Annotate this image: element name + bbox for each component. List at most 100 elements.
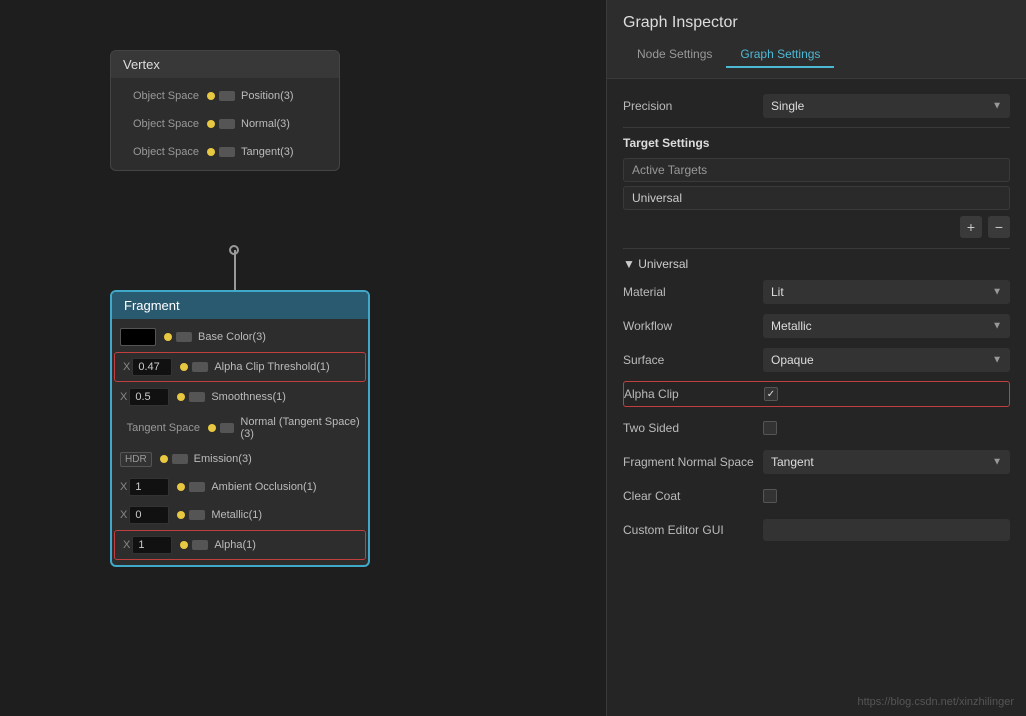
vertex-port-position-connector [219,91,235,101]
two-sided-row: Two Sided [623,415,1010,441]
basecolor-swatch[interactable] [120,328,156,346]
surface-dropdown-wrapper: Opaque Transparent ▼ [763,348,1010,372]
fragment-port-alphaclip-dot [180,363,188,371]
alpha-input[interactable] [132,536,172,554]
fragment-normal-dropdown[interactable]: Tangent World Object [763,450,1010,474]
vertex-port-normal-connector [219,119,235,129]
fragment-port-metallic-dot [177,511,185,519]
ao-input[interactable] [129,478,169,496]
connector-line [234,250,236,292]
fragment-port-ao-name: Ambient Occlusion(1) [211,481,316,493]
alpha-clip-row: Alpha Clip [623,381,1010,407]
vertex-node: Vertex Object Space Position(3) Object S… [110,50,340,171]
fragment-port-metallic: X Metallic(1) [112,501,368,529]
surface-label: Surface [623,353,763,367]
alpha-clip-checkbox[interactable] [764,387,778,401]
vertex-port-tangent-dot [207,148,215,156]
vertex-port-tangent-name: Tangent(3) [241,146,294,158]
custom-editor-row: Custom Editor GUI [623,517,1010,543]
vertex-node-header: Vertex [111,51,339,78]
fragment-port-smoothness-dot [177,393,185,401]
hdr-badge: HDR [120,452,152,467]
workflow-label: Workflow [623,319,763,333]
vertex-port-normal-name: Normal(3) [241,118,290,130]
fragment-port-ao: X Ambient Occlusion(1) [112,473,368,501]
metallic-input[interactable] [129,506,169,524]
material-row: Material Lit Unlit ▼ [623,279,1010,305]
universal-section-header: ▼ Universal [623,257,1010,271]
fragment-normal-dropdown-wrapper: Tangent World Object ▼ [763,450,1010,474]
universal-box: Universal [623,186,1010,210]
custom-editor-input[interactable] [763,519,1010,541]
vertex-port-normal-label: Object Space [119,118,199,130]
material-label: Material [623,285,763,299]
fragment-node-body: Base Color(3) X Alpha Clip Threshold(1) … [112,319,368,565]
vertex-port-tangent-label: Object Space [119,146,199,158]
vertex-port-tangent-connector [219,147,235,157]
workflow-dropdown-wrapper: Metallic Specular ▼ [763,314,1010,338]
fragment-port-alphaclip-connector [192,362,208,372]
fragment-port-alphaclip-name: Alpha Clip Threshold(1) [214,361,329,373]
fragment-port-alpha-dot [180,541,188,549]
clear-coat-checkbox[interactable] [763,489,777,503]
fragment-port-basecolor: Base Color(3) [112,323,368,351]
fragment-port-smoothness-connector [189,392,205,402]
fragment-normal-row: Fragment Normal Space Tangent World Obje… [623,449,1010,475]
add-target-button[interactable]: + [960,216,982,238]
target-settings-label: Target Settings [623,136,1010,150]
vertex-port-position-name: Position(3) [241,90,294,102]
fragment-normal-label: Fragment Normal Space [623,455,763,469]
vertex-node-body: Object Space Position(3) Object Space No… [111,78,339,170]
main-container: Vertex Object Space Position(3) Object S… [0,0,1026,716]
vertex-port-position: Object Space Position(3) [111,82,339,110]
smoothness-input[interactable] [129,388,169,406]
fragment-port-normal-connector [220,423,234,433]
tab-node-settings[interactable]: Node Settings [623,42,726,68]
watermark: https://blog.csdn.net/xinzhilinger [857,696,1014,708]
fragment-port-normal-dot [208,424,216,432]
universal-section-title: ▼ Universal [623,257,688,271]
workflow-dropdown[interactable]: Metallic Specular [763,314,1010,338]
workflow-row: Workflow Metallic Specular ▼ [623,313,1010,339]
precision-dropdown-wrapper: Single Half ▼ [763,94,1010,118]
vertex-port-normal: Object Space Normal(3) [111,110,339,138]
precision-dropdown[interactable]: Single Half [763,94,1010,118]
graph-area: Vertex Object Space Position(3) Object S… [0,0,606,716]
clear-coat-row: Clear Coat [623,483,1010,509]
smoothness-x-label: X [120,391,127,403]
alpha-clip-label: Alpha Clip [624,387,764,401]
inspector-body: Precision Single Half ▼ Target Settings … [607,79,1026,716]
precision-row: Precision Single Half ▼ [623,93,1010,119]
fragment-port-normal: Tangent Space Normal (Tangent Space)(3) [112,411,368,445]
material-dropdown[interactable]: Lit Unlit [763,280,1010,304]
fragment-port-alpha: X Alpha(1) [114,530,366,560]
tab-graph-settings[interactable]: Graph Settings [726,42,834,68]
fragment-port-basecolor-dot [164,333,172,341]
fragment-port-normal-label: Tangent Space [120,422,200,434]
fragment-port-smoothness-name: Smoothness(1) [211,391,286,403]
alpha-x-label: X [123,539,130,551]
ao-x-label: X [120,481,127,493]
fragment-port-ao-connector [189,482,205,492]
fragment-port-metallic-connector [189,510,205,520]
vertex-node-title: Vertex [123,57,160,72]
alphaclip-input[interactable] [132,358,172,376]
inspector-panel: Graph Inspector Node Settings Graph Sett… [606,0,1026,716]
remove-target-button[interactable]: − [988,216,1010,238]
inspector-header: Graph Inspector Node Settings Graph Sett… [607,0,1026,79]
fragment-port-basecolor-name: Base Color(3) [198,331,266,343]
two-sided-checkbox[interactable] [763,421,777,435]
inspector-title: Graph Inspector [623,14,1010,32]
fragment-port-emission-connector [172,454,188,464]
surface-dropdown[interactable]: Opaque Transparent [763,348,1010,372]
fragment-port-basecolor-connector [176,332,192,342]
universal-text: Universal [632,191,682,205]
fragment-node-header: Fragment [112,292,368,319]
fragment-port-alphaclip: X Alpha Clip Threshold(1) [114,352,366,382]
vertex-port-position-dot [207,92,215,100]
vertex-port-position-label: Object Space [119,90,199,102]
fragment-port-emission: HDR Emission(3) [112,445,368,473]
vertex-port-tangent: Object Space Tangent(3) [111,138,339,166]
alphaclip-x-label: X [123,361,130,373]
fragment-port-alpha-name: Alpha(1) [214,539,256,551]
